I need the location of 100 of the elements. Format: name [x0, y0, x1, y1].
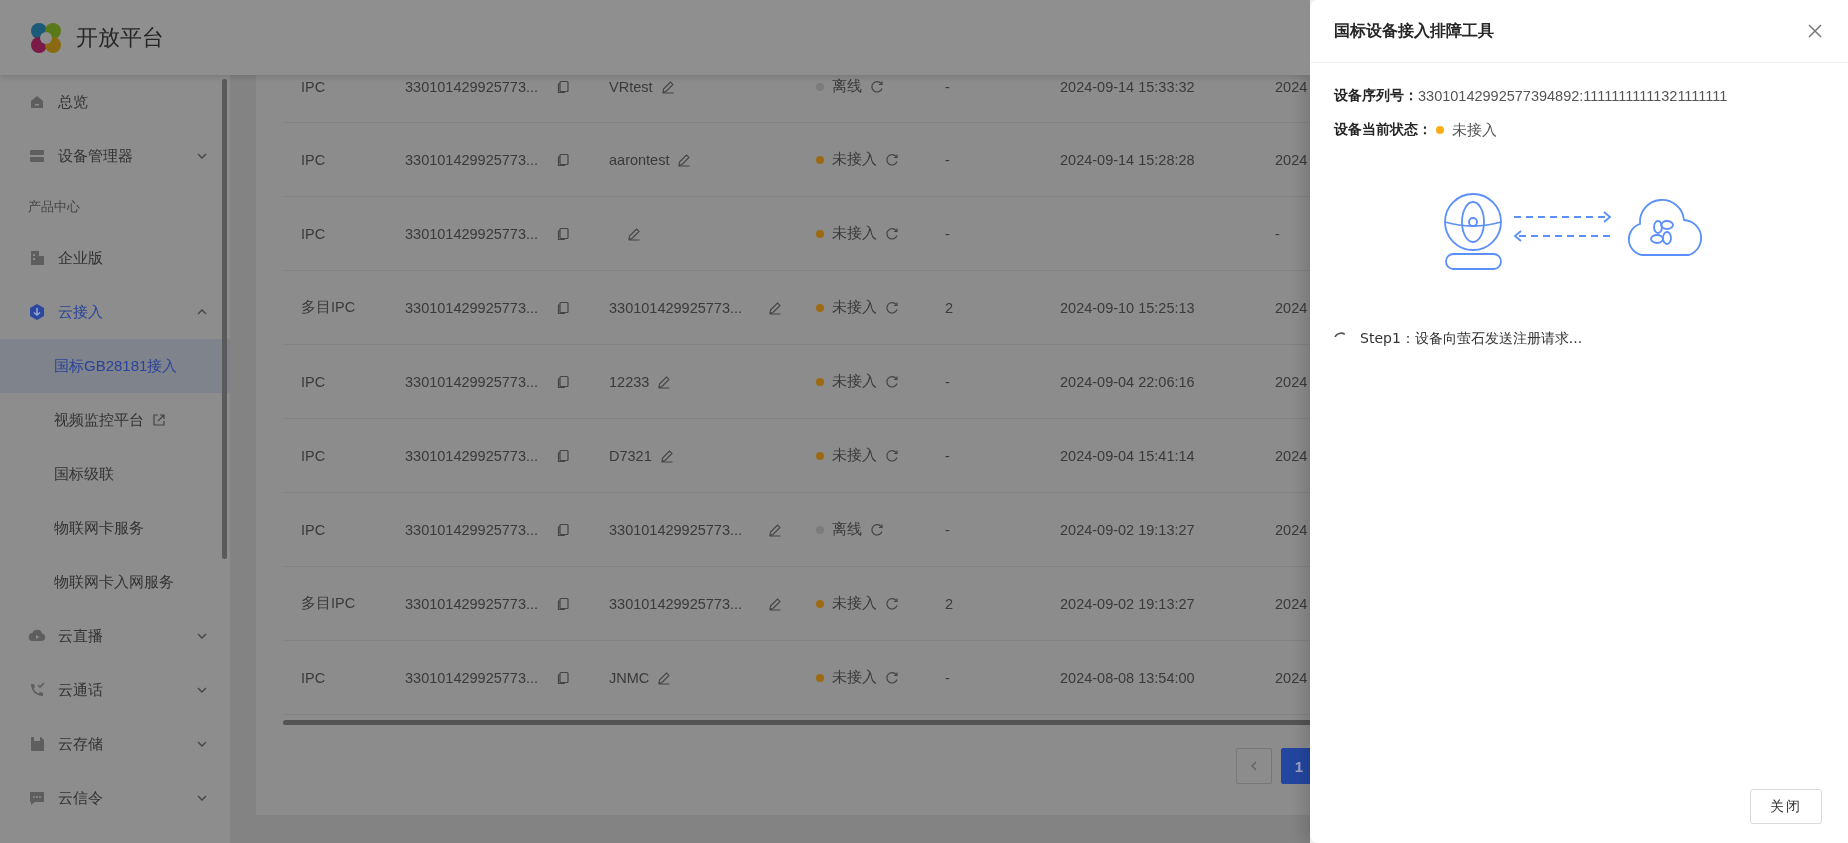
pencil-icon[interactable] — [660, 79, 675, 94]
sidebar-item[interactable]: 云通话 — [0, 663, 230, 717]
table-cell: 330101429925773... — [405, 595, 539, 612]
copy-icon[interactable] — [556, 596, 571, 611]
table-cell: 330101429925773... — [609, 299, 743, 316]
table-cell: 未接入 — [832, 446, 877, 465]
table-cell: 离线 — [832, 77, 862, 96]
sidebar-item[interactable]: 云存储 — [0, 717, 230, 771]
sidebar-subitem[interactable]: 国标GB28181接入 — [0, 339, 230, 393]
pencil-icon[interactable] — [677, 152, 692, 167]
table-cell: 2024 — [1275, 447, 1308, 464]
pencil-icon[interactable] — [627, 226, 641, 241]
refresh-icon[interactable] — [885, 226, 899, 241]
sidebar-subitem[interactable]: 物联网卡入网服务 — [0, 555, 230, 609]
table-cell: 330101429925773... — [405, 225, 539, 242]
table-cell: 未接入 — [832, 668, 877, 687]
table-cell: - — [945, 669, 950, 686]
table-cell: IPC — [301, 373, 326, 390]
table-cell: VRtest — [609, 78, 653, 95]
refresh-icon[interactable] — [885, 152, 899, 167]
page-button[interactable]: 1 — [1281, 748, 1310, 784]
refresh-icon[interactable] — [885, 596, 899, 611]
table-cell: IPC — [301, 521, 326, 538]
table-cell: JNMC — [609, 669, 650, 686]
refresh-icon[interactable] — [885, 670, 899, 685]
table-cell: 330101429925773... — [405, 447, 539, 464]
drawer-title: 国标设备接入排障工具 — [1334, 20, 1495, 42]
section-heading: 产品中心 — [27, 198, 81, 216]
table-cell: - — [945, 521, 950, 538]
table-cell: 2024-09-02 19:13:27 — [1060, 595, 1195, 612]
field-label: 设备序列号： — [1334, 87, 1418, 105]
table-cell: 未接入 — [832, 150, 877, 169]
scrollbar[interactable] — [222, 79, 227, 559]
pencil-icon[interactable] — [768, 596, 783, 611]
server-icon — [28, 147, 46, 165]
pencil-icon[interactable] — [657, 374, 672, 389]
sidebar-item[interactable]: 云接入 — [0, 285, 230, 339]
step-text: Step1：设备向萤石发送注册请求... — [1360, 330, 1583, 348]
table-cell: 多目IPC — [301, 594, 356, 613]
serial-number: 33010142992577394892:11111111111321111111 — [1418, 88, 1728, 104]
horizontal-scrollbar[interactable] — [283, 720, 1310, 725]
loading-spinner-icon — [1334, 332, 1346, 338]
sidebar-item[interactable]: 云信令 — [0, 771, 230, 825]
close-button[interactable] — [1806, 22, 1824, 40]
refresh-icon[interactable] — [885, 448, 899, 463]
sidebar-item[interactable]: 企业版 — [0, 231, 230, 285]
table-cell: - — [945, 373, 950, 390]
brand-name: 开放平台 — [76, 23, 164, 52]
copy-icon[interactable] — [556, 226, 571, 241]
table-cell: 330101429925773... — [405, 373, 539, 390]
copy-icon[interactable] — [556, 374, 571, 389]
table-cell: 2024-09-14 15:33:32 — [1060, 78, 1195, 95]
table-cell: 330101429925773... — [405, 78, 539, 95]
table-cell: 2024 — [1275, 669, 1308, 686]
table-cell: 2024 — [1275, 151, 1308, 168]
table-cell: 2024-09-02 19:13:27 — [1060, 521, 1195, 538]
refresh-icon[interactable] — [885, 374, 899, 389]
table-cell: aarontest — [609, 151, 670, 168]
sidebar-subitem[interactable]: 视频监控平台 — [0, 393, 230, 447]
pencil-icon[interactable] — [768, 522, 783, 537]
close-button[interactable]: 关闭 — [1750, 789, 1822, 824]
sidebar-item[interactable]: 设备管理器 — [0, 129, 230, 183]
table-cell: D7321 — [609, 447, 652, 464]
table-cell: 330101429925773... — [405, 521, 539, 538]
copy-icon[interactable] — [556, 522, 571, 537]
copy-icon[interactable] — [556, 79, 571, 94]
copy-icon[interactable] — [556, 670, 571, 685]
table-cell: - — [945, 151, 950, 168]
table-cell: - — [1275, 225, 1280, 242]
table-cell: IPC — [301, 151, 326, 168]
refresh-icon[interactable] — [885, 300, 899, 315]
sidebar-item[interactable]: 云直播 — [0, 609, 230, 663]
home-icon — [28, 93, 46, 111]
table-cell: 未接入 — [832, 224, 877, 243]
copy-icon[interactable] — [556, 300, 571, 315]
refresh-icon[interactable] — [870, 522, 884, 537]
table-cell: - — [945, 225, 950, 242]
pencil-icon[interactable] — [768, 300, 783, 315]
table-cell: 330101429925773... — [405, 299, 539, 316]
external-link-icon — [152, 413, 166, 427]
chat-bubble-icon — [28, 789, 46, 807]
table-cell: 330101429925773... — [609, 521, 743, 538]
refresh-icon[interactable] — [870, 79, 884, 94]
table-cell: IPC — [301, 669, 326, 686]
building-icon — [28, 249, 46, 267]
pencil-icon[interactable] — [657, 670, 672, 685]
table-cell: 2 — [945, 299, 954, 316]
table-cell: 2024-09-10 15:25:13 — [1060, 299, 1195, 316]
table-cell: IPC — [301, 225, 326, 242]
table-cell: 12233 — [609, 373, 650, 390]
pencil-icon[interactable] — [659, 448, 674, 463]
sidebar-item[interactable]: 总览 — [0, 75, 230, 129]
table-cell: 2024 — [1275, 78, 1308, 95]
sidebar-subitem[interactable]: 国标级联 — [0, 447, 230, 501]
sidebar-subitem[interactable]: 物联网卡服务 — [0, 501, 230, 555]
table-cell: 2024 — [1275, 521, 1308, 538]
table-cell: 未接入 — [832, 298, 877, 317]
phone-check-icon — [28, 681, 46, 699]
copy-icon[interactable] — [556, 152, 571, 167]
copy-icon[interactable] — [556, 448, 571, 463]
